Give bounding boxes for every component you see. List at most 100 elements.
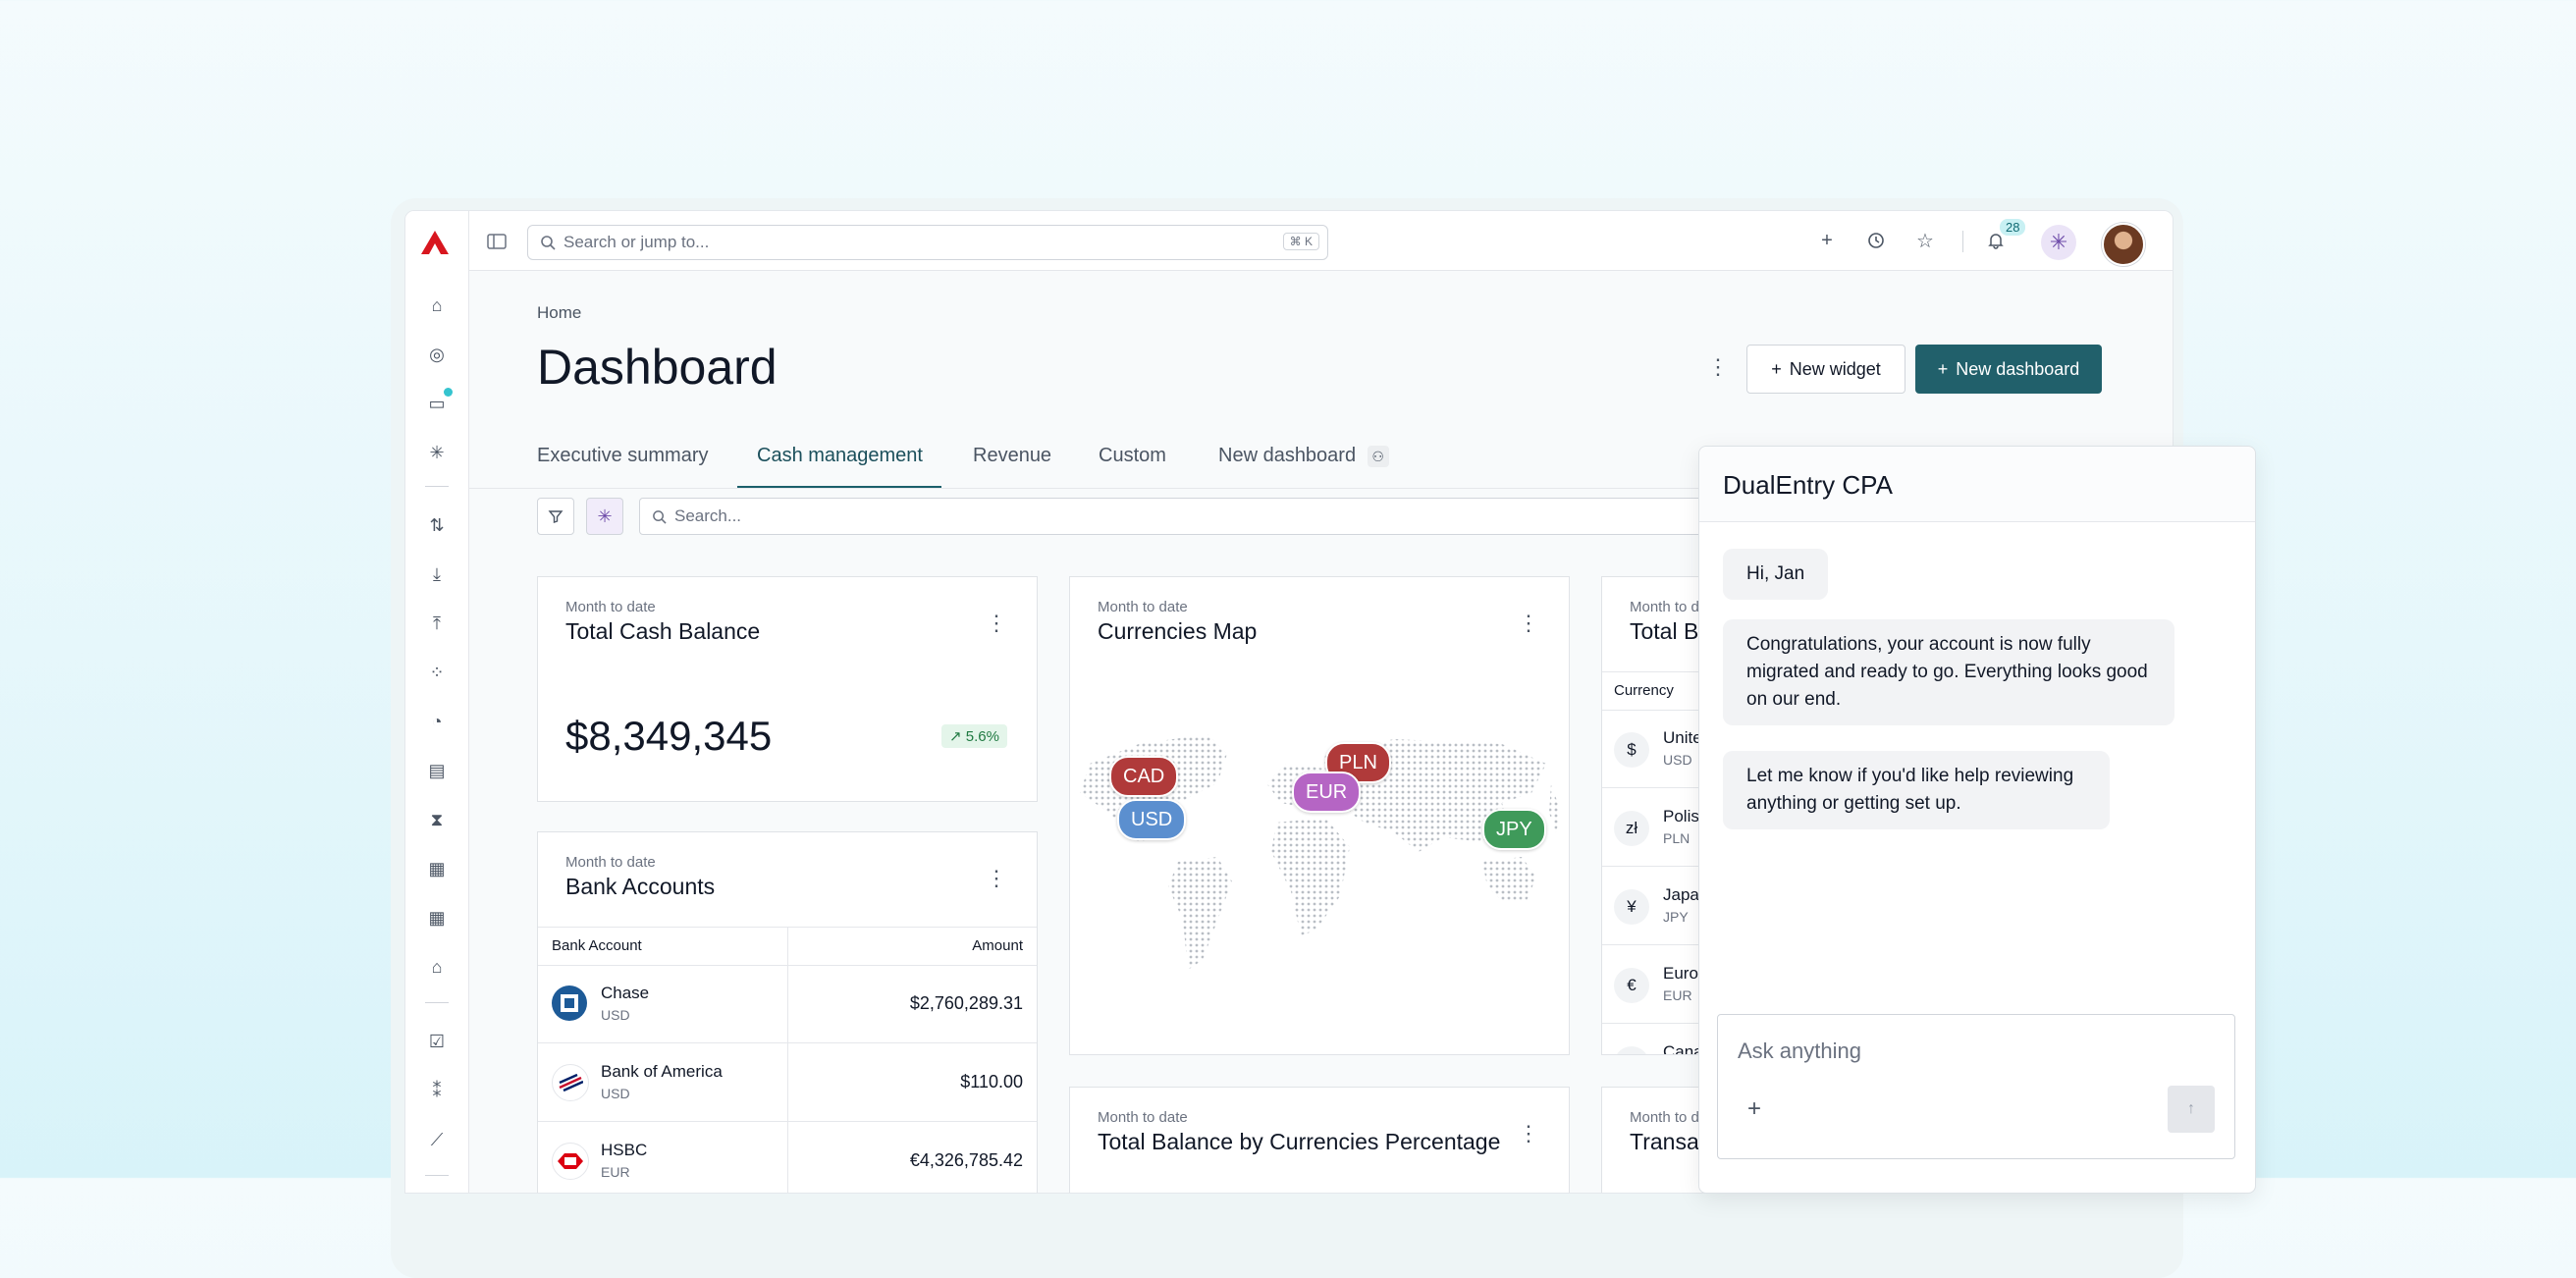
upload-icon[interactable]: ⤒ [425,612,449,635]
dashboard-search[interactable]: Search... [639,498,1721,535]
inventory-icon[interactable]: ▤ [425,759,449,782]
bank-of-america-logo [552,1064,589,1101]
chat-input-placeholder: Ask anything [1738,1038,1861,1063]
avatar[interactable] [2102,223,2145,266]
more-icon[interactable]: ⋮ [1518,611,1539,636]
card-subtitle: Month to date [565,854,656,871]
total-cash-value: $8,349,345 [565,713,773,759]
app-logo[interactable] [415,223,455,262]
new-widget-button[interactable]: + New widget [1746,345,1905,394]
bank-name: Bank of America [601,1062,723,1081]
shortcut-hint: ⌘ K [1282,233,1319,250]
currency-name: Cana [1663,1042,1703,1055]
table-row[interactable]: HSBC EUR €4,326,785.42 [538,1121,1037,1193]
divider [1962,231,1963,252]
new-dashboard-button[interactable]: + New dashboard [1915,345,2102,394]
total-cash-card: Month to date Total Cash Balance ⋮ $8,34… [537,576,1038,802]
schedule-icon[interactable]: ▦ [425,906,449,930]
hourglass-icon[interactable]: ⧗ [425,808,449,831]
attach-plus-icon[interactable]: + [1747,1095,1761,1123]
tab-executive-summary[interactable]: Executive summary [537,445,709,467]
chat-composer[interactable]: Ask anything + ↑ [1717,1014,2235,1159]
tab-custom[interactable]: Custom [1099,445,1166,467]
card-title: Bank Accounts [565,874,716,899]
map-pin-usd[interactable]: USD [1117,799,1187,840]
sparkle-icon[interactable]: ✳ [425,441,449,464]
workflow-icon[interactable]: ⁑ [425,1079,449,1102]
ai-filter-button[interactable]: ✳ [586,498,623,535]
analytics-icon[interactable]: ◎ [425,343,449,366]
map-pin-eur[interactable]: EUR [1292,772,1362,813]
rail-divider [425,1002,449,1003]
chat-message: Hi, Jan [1723,549,1829,600]
bank-currency: USD [601,1086,630,1101]
bank-accounts-card: Month to date Bank Accounts ⋮ Bank Accou… [537,831,1038,1193]
table-row[interactable]: Bank of America USD $110.00 [538,1042,1037,1122]
card-subtitle: Month to date [1098,1109,1188,1126]
card-title: Transa [1630,1129,1699,1154]
inbox-icon[interactable]: ▭ [425,388,453,415]
plus-icon: + [1937,358,1949,379]
more-icon[interactable]: ⋮ [986,611,1007,636]
chat-header: DualEntry CPA [1699,447,2255,522]
reports-icon[interactable]: ⟋ [425,1128,449,1151]
map-pin-cad[interactable]: CAD [1109,756,1179,797]
calendar-icon[interactable]: ▦ [425,857,449,880]
rail-divider [425,486,449,487]
currency-code: EUR [1663,987,1692,1003]
chat-message: Let me know if you'd like help reviewing… [1723,751,2110,829]
currency-symbol: ¥ [1614,889,1649,925]
chat-panel: DualEntry CPA Hi, Jan Congratulations, y… [1698,446,2256,1194]
arrow-up-right-icon: ↗ [949,728,962,745]
more-icon[interactable]: ⋮ [1518,1121,1539,1146]
bank-currency: USD [601,1007,630,1023]
column-header[interactable]: Bank Account [552,937,642,954]
column-header[interactable]: Amount [972,937,1023,954]
currency-symbol [1614,1046,1649,1054]
more-icon[interactable]: ⋮ [1707,354,1729,380]
hsbc-logo [552,1143,589,1180]
currency-symbol: $ [1614,732,1649,768]
column-header[interactable]: Currency [1614,682,1674,699]
filter-icon [548,510,564,523]
search-placeholder: Search or jump to... [564,233,710,251]
filter-button[interactable] [537,498,574,535]
breadcrumb[interactable]: Home [537,303,581,323]
new-dashboard-label: New dashboard [1956,358,2080,379]
top-bar: Search or jump to... ⌘ K + ☆ 28 ✳ [405,211,2173,271]
star-icon[interactable]: ☆ [1913,229,1937,252]
currency-symbol: zł [1614,811,1649,846]
map-pin-jpy[interactable]: JPY [1482,809,1546,850]
global-search[interactable]: Search or jump to... ⌘ K [527,225,1328,260]
sidebar-toggle-icon[interactable] [486,231,508,252]
bank-amount: €4,326,785.42 [909,1150,1023,1170]
pie-chart-icon[interactable]: ◔ [425,710,449,733]
table-row[interactable]: Chase USD $2,760,289.31 [538,964,1037,1043]
search-icon [541,236,556,250]
search-icon [653,509,667,524]
transfer-icon[interactable]: ⇅ [425,513,449,537]
currency-code: JPY [1663,909,1689,925]
currency-code: USD [1663,752,1692,768]
send-button[interactable]: ↑ [2168,1086,2215,1133]
download-icon[interactable]: ⤓ [425,562,449,586]
notification-badge: 28 [2000,219,2026,236]
tab-revenue[interactable]: Revenue [973,445,1051,467]
new-widget-label: New widget [1789,358,1881,379]
bank-name: HSBC [601,1141,648,1159]
card-title: Total Cash Balance [565,618,761,644]
plus-icon[interactable]: + [1815,229,1839,252]
shared-user-icon: ⚇ [1367,445,1389,467]
left-rail: ⌂ ◎ ▭ ✳ ⇅ ⤓ ⤒ ⁘ ◔ ▤ ⧗ ▦ ▦ ⌂ ☑ ⁑ ⟋ [405,211,469,1193]
trend-badge: ↗ 5.6% [941,724,1007,748]
ai-assistant-button[interactable]: ✳ [2041,225,2076,260]
tab-cash-management[interactable]: Cash management [757,445,923,467]
bank-icon[interactable]: ⌂ [425,955,449,979]
tab-new-dashboard[interactable]: New dashboard ⚇ [1218,445,1389,467]
apps-icon[interactable]: ⁘ [425,661,449,684]
home-icon[interactable]: ⌂ [425,293,449,317]
arrow-up-icon: ↑ [2187,1100,2195,1117]
checklist-icon[interactable]: ☑ [425,1030,449,1053]
history-icon[interactable] [1864,229,1888,252]
more-icon[interactable]: ⋮ [986,866,1007,891]
